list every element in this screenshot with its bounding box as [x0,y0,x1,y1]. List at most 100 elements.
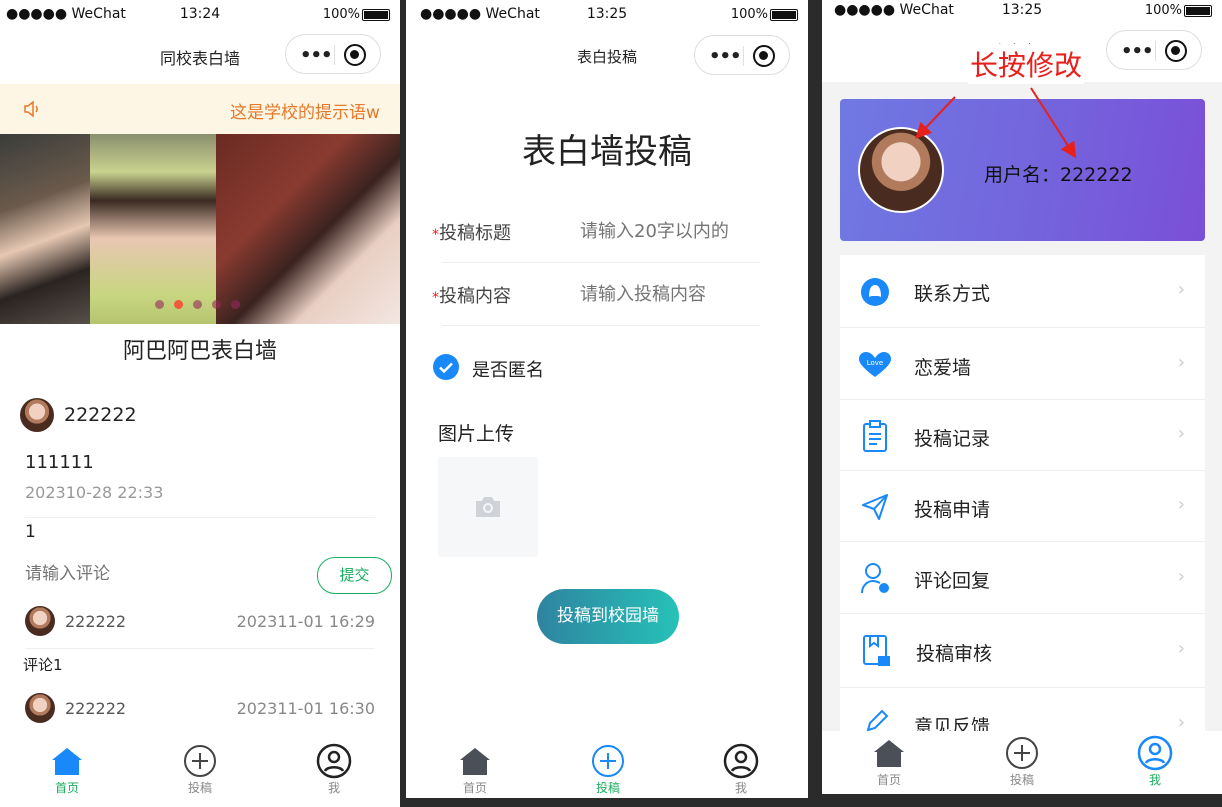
required-mark: * [432,227,439,243]
tab-home[interactable]: 首页 [27,743,107,796]
tab-label: 我 [327,781,340,795]
divider [442,325,760,326]
comment-input[interactable] [25,560,295,588]
plus-circle-icon [1006,737,1038,769]
chevron-right-icon: › [1177,352,1185,373]
review-document-icon [863,635,890,666]
status-bar: ●●●●● WeChat 13:25 100% [406,0,808,30]
field-label: 投稿标题 [439,223,511,244]
tab-me[interactable]: 我 [701,743,781,796]
comment-time: 202311-01 16:30 [236,699,375,718]
home-icon [52,748,82,775]
user-icon [1137,735,1173,771]
home-icon [874,740,904,767]
menu-label: 评论回复 [914,570,991,592]
mini-program-capsule[interactable]: ••• [694,35,790,75]
carousel-dot-active[interactable] [174,300,183,309]
upload-label: 图片上传 [438,423,515,445]
comment-author: 222222 [65,612,127,631]
tab-post[interactable]: 投稿 [160,743,240,796]
more-icon[interactable]: ••• [300,45,333,66]
notice-bar: 这是学校的提示语w [0,84,400,134]
carousel-dot[interactable] [212,300,221,309]
tab-me[interactable]: 我 [294,743,374,796]
tab-bar: 首页 投稿 我 [822,731,1222,794]
tab-label: 我 [734,781,747,795]
carousel-dot[interactable] [231,300,240,309]
divider [25,648,375,649]
chevron-right-icon: › [1177,279,1185,300]
user-message-icon [861,563,889,594]
avatar[interactable] [25,606,55,636]
paper-plane-icon [862,494,888,520]
content-field-label: *投稿内容 [432,282,511,308]
speaker-icon [24,100,38,118]
menu-item-comment-reply[interactable]: 评论回复 › [840,542,1205,614]
capsule-divider [334,45,335,65]
menu-list: 联系方式 › Love 恋爱墙 › 投稿记录 › 投稿申请 › 评论回复 › 投… [840,255,1205,748]
battery-icon [770,9,798,21]
tab-label: 投稿 [595,781,620,795]
close-icon[interactable] [344,44,366,66]
tab-post[interactable]: 投稿 [982,735,1062,788]
submit-comment-button[interactable]: 提交 [317,557,392,594]
chevron-right-icon: › [1177,638,1185,659]
tab-bar: 首页 投稿 我 [406,737,808,798]
comment-author: 222222 [65,699,127,718]
chevron-right-icon: › [1177,494,1185,515]
tab-label: 我 [1148,773,1161,787]
submit-post-button[interactable]: 投稿到校园墙 [537,589,679,644]
qq-icon [861,278,889,306]
svg-text:Love: Love [867,359,884,367]
post-time: 202310-28 22:33 [25,483,164,502]
love-heart-icon: Love [859,352,891,377]
more-icon[interactable]: ••• [709,46,742,67]
post-title: 111111 [25,452,94,473]
tab-home[interactable]: 首页 [435,743,515,796]
title-input[interactable] [580,216,760,246]
battery-icon [362,9,390,21]
chevron-right-icon: › [1177,423,1185,444]
post-author[interactable]: 222222 [64,404,137,426]
home-screen: ●●●●● WeChat 13:24 100% 同校表白墙 ••• 这是学校的提… [0,0,400,807]
menu-label: 投稿记录 [914,428,991,450]
plus-circle-icon [592,745,624,777]
carousel-indicator[interactable] [155,300,240,309]
tab-home[interactable]: 首页 [849,735,929,788]
comment-time: 202311-01 16:29 [236,612,375,631]
menu-item-post-apply[interactable]: 投稿申请 › [840,471,1205,542]
tab-bar: 首页 投稿 我 [0,737,400,807]
chevron-right-icon: › [1177,712,1185,733]
profile-screen: ●●●●● WeChat 13:25 100% 个人中心 ••• 长按修改 用户… [822,0,1222,794]
banner-photo [0,134,90,324]
wall-title: 阿巴阿巴表白墙 [122,339,277,364]
menu-label: 投稿审核 [916,643,993,665]
menu-item-post-records[interactable]: 投稿记录 › [840,400,1205,471]
menu-item-post-review[interactable]: 投稿审核 › [840,614,1205,688]
banner-carousel[interactable] [0,134,400,324]
checkbox-checked-icon[interactable] [433,354,459,380]
tab-post[interactable]: 投稿 [568,743,648,796]
tab-label: 首页 [462,781,487,795]
menu-item-contact[interactable]: 联系方式 › [840,255,1205,328]
menu-label: 联系方式 [914,283,991,305]
annotation-arrows [915,87,1077,159]
tab-label: 投稿 [1009,773,1034,787]
notice-text: 这是学校的提示语w [230,103,380,123]
image-upload-box[interactable] [438,457,538,557]
tab-label: 首页 [54,781,79,795]
menu-item-love-wall[interactable]: Love 恋爱墙 › [840,328,1205,400]
close-icon[interactable] [753,45,775,67]
content-input[interactable] [580,279,760,309]
status-bar: ●●●●● WeChat 13:24 100% [0,0,400,30]
tab-me[interactable]: 我 [1115,735,1195,788]
carousel-dot[interactable] [155,300,164,309]
plus-circle-icon [184,745,216,777]
carousel-dot[interactable] [193,300,202,309]
mini-program-capsule[interactable]: ••• [285,34,381,74]
avatar[interactable] [20,398,54,432]
field-label: 投稿内容 [439,286,511,307]
submit-post-screen: ●●●●● WeChat 13:25 100% 表白投稿 ••• 表白墙投稿 *… [406,0,808,798]
comment-text: 评论1 [23,656,63,674]
avatar[interactable] [25,693,55,723]
